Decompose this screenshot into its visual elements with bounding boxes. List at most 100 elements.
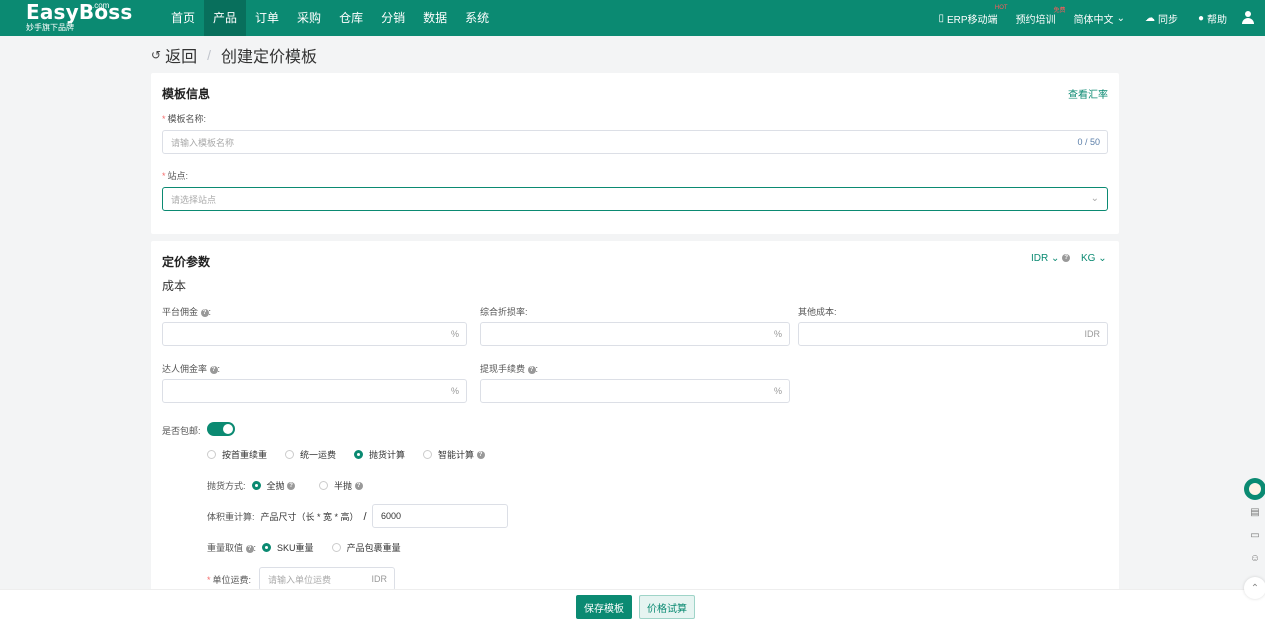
radio-sku-weight[interactable]: SKU重量 <box>262 541 314 554</box>
template-name-label: * 模板名称: <box>162 114 207 124</box>
currency-select[interactable]: IDR ⌄ ? <box>1031 253 1071 264</box>
message-icon[interactable]: ▭ <box>1244 524 1265 546</box>
logo-com: .com <box>92 1 110 10</box>
radio-full-throw[interactable]: 全抛 ? <box>251 479 296 492</box>
back-link[interactable]: 返回 <box>165 43 197 67</box>
affiliate-rate-label: 达人佣金率 ?: <box>162 364 221 374</box>
breadcrumb: ↺ 返回 / 创建定价模板 <box>151 44 317 66</box>
radio-package-weight[interactable]: 产品包裹重量 <box>331 541 401 554</box>
training-label: 预约培训 <box>1015 14 1056 26</box>
shipping-mode-group: 按首重续重 统一运费 抛货计算 智能计算 ? <box>207 448 503 461</box>
template-name-placeholder: 请输入模板名称 <box>171 137 235 148</box>
nav-item-data[interactable]: 数据 <box>414 0 456 36</box>
nav-item-product[interactable]: 产品 <box>204 0 247 36</box>
logo-text: EasyBoss <box>26 0 133 24</box>
nav-item-purchase[interactable]: 采购 <box>288 0 330 36</box>
volume-weight-label: 体积重计算: <box>207 512 255 522</box>
training-link[interactable]: 预约培训 免费 <box>1015 8 1066 26</box>
unit-fee-input[interactable]: 请输入单位运费 IDR <box>259 567 395 591</box>
pricing-title: 定价参数 <box>162 255 211 269</box>
question-icon: ? <box>527 365 536 374</box>
site-select[interactable]: 请选择站点 ⌄ <box>162 187 1108 211</box>
chat-icon[interactable]: ☺ <box>1244 547 1265 569</box>
save-template-button[interactable]: 保存模板 <box>576 595 632 619</box>
template-name-input[interactable]: 请输入模板名称 0 / 50 <box>162 130 1108 154</box>
withdraw-fee-label: 提现手续费 ?: <box>480 364 539 374</box>
throw-mode-label: 抛货方式: <box>207 481 246 491</box>
radio-smart-calc[interactable]: 智能计算 ? <box>423 448 485 461</box>
bottom-action-bar: 保存模板 价格试算 <box>0 589 1265 625</box>
volume-divider-sign: / <box>363 510 367 523</box>
template-info-card: 模板信息 查看汇率 * 模板名称: 请输入模板名称 0 / 50 * 站点: 请选择… <box>151 73 1119 234</box>
phone-icon: ▯ <box>938 12 944 24</box>
unit-fee-placeholder: 请输入单位运费 <box>268 574 332 585</box>
volume-divisor-value: 6000 <box>381 511 402 521</box>
weight-value-group: 重量取值 ?: SKU重量 产品包裹重量 <box>207 541 419 554</box>
nav-item-warehouse[interactable]: 仓库 <box>330 0 372 36</box>
question-icon: ? <box>354 481 363 490</box>
language-select[interactable]: 简体中文 ⌄ <box>1074 11 1125 26</box>
percent-suffix: % <box>450 386 459 396</box>
question-icon: ? <box>287 481 296 490</box>
radio-uniform-fee[interactable]: 统一运费 <box>285 448 336 461</box>
back-icon[interactable]: ↺ <box>151 48 161 62</box>
sync-label: 同步 <box>1157 14 1178 26</box>
page-title: 创建定价模板 <box>220 49 317 66</box>
logo-slogan: 妙手旗下品牌 <box>26 23 74 32</box>
unit-fee-label: * 单位运费: <box>207 575 252 585</box>
affiliate-rate-input[interactable]: % <box>162 379 467 403</box>
other-cost-label: 其他成本: <box>798 307 837 317</box>
nav-item-home[interactable]: 首页 <box>162 0 204 36</box>
question-icon: ? <box>476 450 485 459</box>
throw-mode-group: 抛货方式: 全抛 ? 半抛 ? <box>207 479 381 492</box>
nav-right: ▯ ERP移动端 HOT 预约培训 免费 简体中文 ⌄ ☁ 同步 ● 帮助 <box>928 0 1255 36</box>
question-icon: ? <box>209 365 218 374</box>
radio-half-throw[interactable]: 半抛 ? <box>319 479 363 492</box>
volume-formula: 产品尺寸（长 * 宽 * 高） <box>260 512 359 522</box>
free-badge: 免费 <box>1053 7 1066 14</box>
free-shipping-switch[interactable] <box>207 422 235 436</box>
nav-item-order[interactable]: 订单 <box>246 0 288 36</box>
assistant-avatar[interactable] <box>1244 478 1265 500</box>
template-info-title: 模板信息 <box>162 87 211 101</box>
other-cost-input[interactable]: IDR <box>798 322 1108 346</box>
top-nav: EasyBoss .com 妙手旗下品牌 首页 产品 订单 采购 仓库 分销 数… <box>0 0 1265 36</box>
volume-divisor-input[interactable]: 6000 <box>372 504 508 528</box>
price-trial-button[interactable]: 价格试算 <box>639 595 695 619</box>
idr-suffix: IDR <box>371 574 388 584</box>
hot-badge: HOT <box>994 4 1008 11</box>
site-placeholder: 请选择站点 <box>171 194 217 205</box>
cloud-icon: ☁ <box>1144 12 1155 24</box>
nav-item-system[interactable]: 系统 <box>456 0 498 36</box>
loss-rate-label: 综合折损率: <box>480 307 528 317</box>
help-button[interactable]: ● 帮助 <box>1198 11 1227 26</box>
idr-suffix: IDR <box>1084 329 1101 339</box>
logo[interactable]: EasyBoss .com 妙手旗下品牌 <box>26 0 133 34</box>
chevron-down-icon: ⌄ <box>1116 12 1125 24</box>
percent-suffix: % <box>773 386 782 396</box>
name-counter: 0 / 50 <box>1077 137 1100 147</box>
platform-commission-input[interactable]: % <box>162 322 467 346</box>
radio-throw-calc[interactable]: 抛货计算 <box>354 448 405 461</box>
view-rate-link[interactable]: 查看汇率 <box>1068 86 1108 101</box>
user-icon[interactable] <box>1241 11 1255 25</box>
weight-unit-select[interactable]: KG ⌄ <box>1081 253 1107 264</box>
withdraw-fee-input[interactable]: % <box>480 379 790 403</box>
cost-title: 成本 <box>162 279 187 293</box>
floating-toolbar: ▤ ▭ ☺ ⌃ <box>1244 478 1265 599</box>
top-icon[interactable]: ⌃ <box>1244 577 1265 599</box>
nav-item-distribution[interactable]: 分销 <box>372 0 414 36</box>
erp-mobile-link[interactable]: ▯ ERP移动端 HOT <box>938 5 1007 26</box>
radio-first-weight[interactable]: 按首重续重 <box>207 448 267 461</box>
help-icon: ● <box>1197 12 1204 24</box>
percent-suffix: % <box>450 329 459 339</box>
edit-icon[interactable]: ▤ <box>1244 501 1265 523</box>
help-label: 帮助 <box>1207 14 1227 26</box>
question-icon: ? <box>1062 254 1071 263</box>
sync-button[interactable]: ☁ 同步 <box>1145 11 1178 26</box>
site-label: * 站点: <box>162 171 189 181</box>
weight-value-label: 重量取值 ?: <box>207 543 257 553</box>
pricing-card: 定价参数 IDR ⌄ ? KG ⌄ 成本 平台佣金 ?: % 综合折损率: % … <box>151 241 1119 591</box>
loss-rate-input[interactable]: % <box>480 322 790 346</box>
question-icon: ? <box>245 544 254 553</box>
